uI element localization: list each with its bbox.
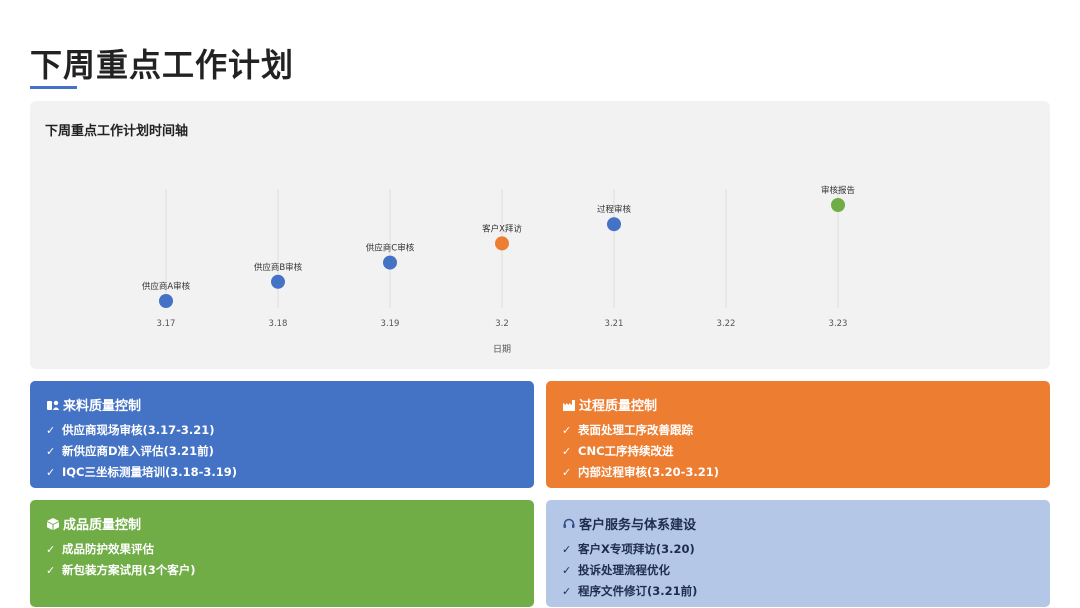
data-point (495, 236, 509, 251)
card-customer-service: 客户服务与体系建设 ✓ 客户X专项拜访(3.20) ✓ 投诉处理流程优化 ✓ 程序文件… (546, 500, 1050, 607)
page-title: 下周重点工作计划 (30, 46, 295, 84)
clipboard-users-icon (46, 398, 60, 412)
check-icon: ✓ (46, 445, 56, 458)
x-tick-label: 3.22 (717, 319, 736, 329)
x-tick-label: 3.2 (495, 319, 509, 329)
list-item: ✓ IQC三坐标测量培训(3.18-3.19) (46, 462, 518, 483)
card-title: 客户服务与体系建设 (579, 518, 697, 533)
x-tick-label: 3.19 (381, 319, 400, 329)
data-label: 供应商B审核 (254, 262, 303, 273)
title-underline (30, 86, 77, 89)
list-item: ✓ 新包装方案试用(3个客户) (46, 560, 518, 581)
card-title: 过程质量控制 (579, 399, 658, 414)
list-item: ✓ 成品防护效果评估 (46, 539, 518, 560)
check-icon: ✓ (562, 564, 572, 577)
card-finished-quality: 成品质量控制 ✓ 成品防护效果评估 ✓ 新包装方案试用(3个客户) (30, 500, 534, 607)
list-item: ✓ 客户X专项拜访(3.20) (562, 539, 1034, 560)
check-icon: ✓ (46, 466, 56, 479)
check-icon: ✓ (46, 424, 56, 437)
card-item-list: ✓ 表面处理工序改善跟踪 ✓ CNC工序持续改进 ✓ 内部过程审核(3.20-3.21… (562, 420, 1034, 483)
card-item-list: ✓ 客户X专项拜访(3.20) ✓ 投诉处理流程优化 ✓ 程序文件修订(3.21前) (562, 539, 1034, 602)
data-label: 客户X拜访 (482, 223, 522, 234)
list-item: ✓ CNC工序持续改进 (562, 441, 1034, 462)
x-tick-label: 3.18 (269, 319, 288, 329)
factory-icon (562, 398, 576, 412)
list-item: ✓ 投诉处理流程优化 (562, 560, 1034, 581)
data-label: 审核报告 (821, 185, 855, 196)
check-icon: ✓ (46, 564, 56, 577)
check-icon: ✓ (46, 543, 56, 556)
data-point (831, 198, 845, 212)
card-process-quality: 过程质量控制 ✓ 表面处理工序改善跟踪 ✓ CNC工序持续改进 ✓ 内部过程审核(3.… (546, 381, 1050, 488)
list-item: ✓ 内部过程审核(3.20-3.21) (562, 462, 1034, 483)
list-item: ✓ 供应商现场审核(3.17-3.21) (46, 420, 518, 441)
x-tick-label: 3.17 (157, 319, 176, 329)
card-title: 来料质量控制 (63, 399, 142, 414)
data-point (607, 217, 621, 232)
timeline-chart-panel: 下周重点工作计划时间轴 3.17 3.18 3.19 3.2 3.21 3.22 3.23 日… (30, 101, 1050, 369)
check-icon: ✓ (562, 543, 572, 556)
card-item-list: ✓ 成品防护效果评估 ✓ 新包装方案试用(3个客户) (46, 539, 518, 581)
data-point (271, 274, 285, 289)
card-title: 成品质量控制 (63, 518, 142, 533)
list-item: ✓ 表面处理工序改善跟踪 (562, 420, 1034, 441)
headset-icon (562, 517, 576, 531)
check-icon: ✓ (562, 466, 572, 479)
x-tick-label: 3.23 (829, 319, 848, 329)
x-tick-label: 3.21 (605, 319, 624, 329)
x-axis-label: 日期 (493, 344, 511, 355)
timeline-chart: 3.17 3.18 3.19 3.2 3.21 3.22 3.23 日期 供应商A审核 供应商B审… (142, 185, 855, 355)
list-item: ✓ 程序文件修订(3.21前) (562, 581, 1034, 602)
data-label: 供应商C审核 (366, 243, 415, 254)
data-point (159, 294, 173, 308)
data-label: 过程审核 (597, 204, 632, 215)
card-item-list: ✓ 供应商现场审核(3.17-3.21) ✓ 新供应商D准入评估(3.21前) ✓ I… (46, 420, 518, 483)
data-point (383, 255, 397, 270)
check-icon: ✓ (562, 424, 572, 437)
check-icon: ✓ (562, 585, 572, 598)
card-incoming-quality: 来料质量控制 ✓ 供应商现场审核(3.17-3.21) ✓ 新供应商D准入评估(3.… (30, 381, 534, 488)
list-item: ✓ 新供应商D准入评估(3.21前) (46, 441, 518, 462)
data-label: 供应商A审核 (142, 281, 191, 292)
box-icon (46, 517, 60, 531)
check-icon: ✓ (562, 445, 572, 458)
